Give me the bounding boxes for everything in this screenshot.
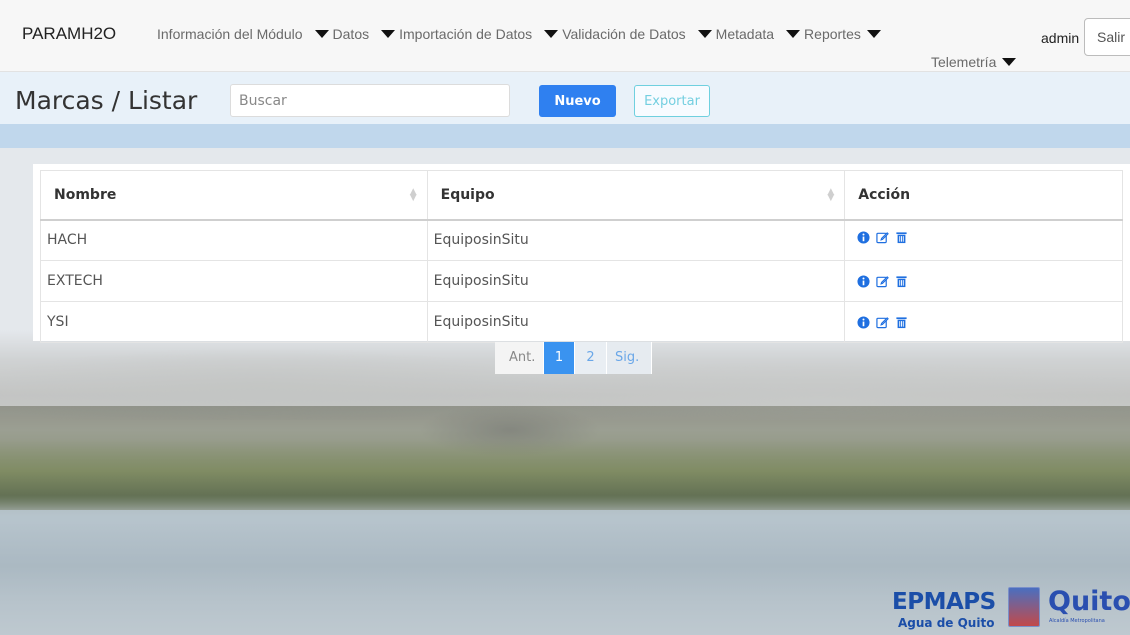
search-input[interactable]	[230, 84, 510, 117]
new-button[interactable]: Nuevo	[539, 85, 616, 117]
epmaps-logo: EPMAPS Agua de Quito Quito Alcaldía Metr…	[892, 586, 1130, 634]
cell-nombre: EXTECH	[40, 260, 428, 302]
logo-city-sub: Alcaldía Metropolitana	[1049, 618, 1105, 624]
cell-accion	[844, 219, 1123, 261]
logo-name: EPMAPS	[892, 589, 996, 615]
caret-down-icon	[786, 30, 801, 38]
cell-equipo: EquiposinSitu	[426, 219, 846, 261]
table-header-row: Nombre ▲ ▼ Equipo ▲ ▼ Acción	[40, 170, 1123, 221]
nav-menu: Información del Módulo Datos Importación…	[157, 26, 891, 42]
trash-icon[interactable]	[895, 231, 908, 244]
page-title: Marcas / Listar	[15, 86, 198, 115]
nav-item-label: Importación de Datos	[399, 26, 533, 42]
logo-tagline: Agua de Quito	[898, 616, 995, 630]
column-header-equipo[interactable]: Equipo ▲ ▼	[426, 170, 846, 221]
nav-item-telemetria[interactable]: Telemetría	[931, 54, 1020, 70]
export-button[interactable]: Exportar	[634, 85, 710, 117]
caret-down-icon	[1002, 58, 1017, 66]
brand-title[interactable]: PARAMH2O	[22, 24, 116, 44]
user-name: admin	[1041, 30, 1080, 46]
edit-icon[interactable]	[876, 316, 890, 329]
cell-equipo: EquiposinSitu	[426, 301, 846, 343]
quito-seal-icon	[1008, 587, 1040, 627]
cell-accion	[844, 260, 1123, 302]
sort-icon: ▲ ▼	[409, 187, 417, 203]
caret-down-icon	[381, 30, 396, 38]
logo-city: Quito	[1048, 586, 1130, 617]
info-icon[interactable]	[857, 315, 870, 329]
cell-nombre: YSI	[40, 301, 428, 343]
caret-down-icon	[544, 30, 559, 38]
caret-down-icon	[314, 30, 329, 38]
toolbar-divider	[0, 124, 1130, 148]
caret-down-icon	[866, 30, 881, 38]
nav-item-label: Telemetría	[931, 54, 997, 70]
cell-equipo: EquiposinSitu	[426, 260, 846, 302]
column-header-nombre[interactable]: Nombre ▲ ▼	[40, 170, 428, 221]
nav-item-importacion[interactable]: Importación de Datos	[375, 26, 532, 42]
edit-icon[interactable]	[876, 231, 890, 244]
caret-down-icon	[697, 30, 712, 38]
info-icon[interactable]	[857, 231, 870, 244]
cell-accion	[844, 301, 1123, 343]
nav-item-metadata[interactable]: Metadata	[692, 26, 774, 42]
trash-icon[interactable]	[895, 316, 908, 329]
brands-table: Nombre ▲ ▼ Equipo ▲ ▼ Acción HACH Equiposi…	[40, 170, 1123, 343]
nav-item-label: Datos	[332, 26, 370, 42]
logout-button[interactable]: Salir	[1084, 18, 1130, 56]
sort-icon: ▲ ▼	[827, 187, 835, 203]
nav-item-label: Validación de Datos	[562, 26, 686, 42]
nav-item-label: Reportes	[804, 26, 861, 42]
pagination-page-2[interactable]: 2	[575, 342, 607, 374]
pagination: Ant. 1 2 Sig.	[495, 342, 652, 374]
table-row: YSI EquiposinSitu	[40, 301, 1123, 343]
nav-item-datos[interactable]: Datos	[309, 26, 370, 42]
column-header-accion: Acción	[844, 170, 1123, 221]
background-grass	[0, 440, 1130, 520]
top-navbar: PARAMH2O Información del Módulo Datos Im…	[0, 0, 1130, 72]
pagination-prev[interactable]: Ant.	[495, 342, 544, 374]
nav-item-informacion[interactable]: Información del Módulo	[157, 26, 303, 42]
table-row: HACH EquiposinSitu	[40, 219, 1123, 261]
nav-item-validacion[interactable]: Validación de Datos	[538, 26, 686, 42]
trash-icon[interactable]	[895, 275, 908, 288]
nav-item-reportes[interactable]: Reportes	[780, 26, 885, 42]
cell-nombre: HACH	[40, 219, 428, 261]
info-icon[interactable]	[857, 274, 870, 288]
nav-item-label: Información del Módulo	[157, 26, 303, 42]
table-row: EXTECH EquiposinSitu	[40, 260, 1123, 302]
pagination-page-1[interactable]: 1	[544, 342, 575, 374]
nav-item-label: Metadata	[715, 26, 775, 42]
pagination-next[interactable]: Sig.	[607, 342, 652, 374]
edit-icon[interactable]	[876, 275, 890, 288]
